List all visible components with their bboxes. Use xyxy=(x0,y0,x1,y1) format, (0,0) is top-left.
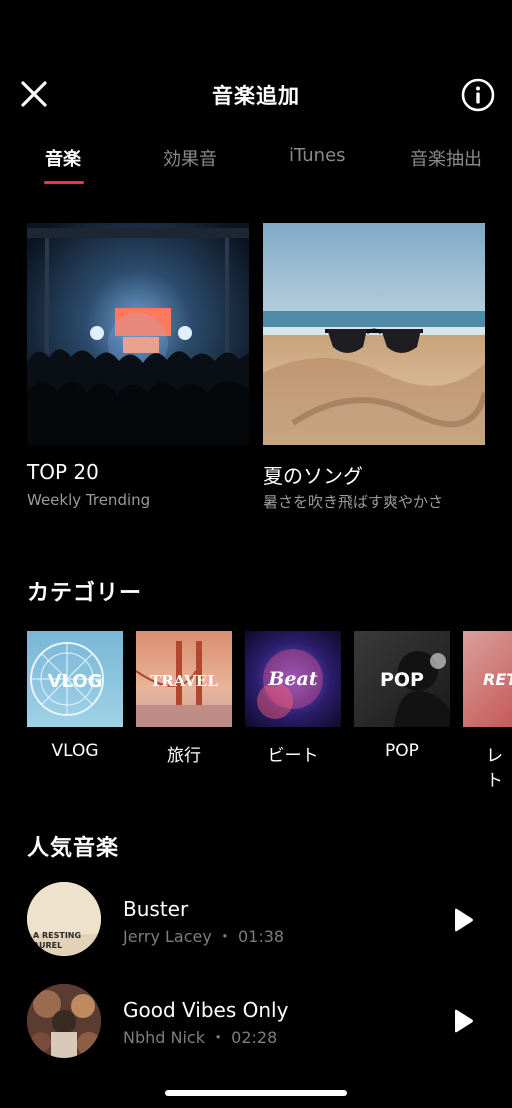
play-button[interactable] xyxy=(450,1008,476,1034)
tab-itunes[interactable]: iTunes xyxy=(289,145,346,166)
play-button[interactable] xyxy=(450,907,476,933)
retro-artwork: RET xyxy=(483,670,512,689)
bridge-image: TRAVEL xyxy=(136,641,232,727)
svg-text:POP: POP xyxy=(380,669,424,691)
category-label: 旅行 xyxy=(167,746,201,766)
beat-artwork: Beat xyxy=(257,649,323,719)
track-artwork[interactable] xyxy=(27,984,101,1058)
category-tile-travel[interactable]: TRAVEL xyxy=(136,631,232,727)
svg-text:VLOG: VLOG xyxy=(48,671,103,692)
tab-music[interactable]: 音楽 xyxy=(45,145,81,171)
featured-card-top20[interactable] xyxy=(27,223,249,445)
svg-text:A RESTING: A RESTING xyxy=(33,931,81,940)
category-tile-vlog[interactable]: VLOG xyxy=(27,631,123,727)
active-tab-indicator xyxy=(44,181,84,184)
category-label: VLOG xyxy=(51,741,99,761)
album-cover-buster: A RESTING AUREL xyxy=(27,882,101,956)
ferris-wheel-image: VLOG xyxy=(30,642,104,716)
svg-text:RET: RET xyxy=(483,670,512,689)
concert-image xyxy=(27,223,249,445)
category-label: レト xyxy=(486,746,503,791)
svg-text:AUREL: AUREL xyxy=(33,941,62,950)
track-meta: Jerry Lacey ・ 01:38 xyxy=(123,927,285,946)
page-title: 音楽追加 xyxy=(212,84,300,108)
svg-text:TRAVEL: TRAVEL xyxy=(150,672,218,690)
popular-music-header: 人気音楽 xyxy=(27,836,120,861)
category-tile-beat[interactable]: Beat xyxy=(245,631,341,727)
categories-header: カテゴリー xyxy=(27,581,143,606)
featured-card-summer[interactable] xyxy=(263,223,485,445)
pop-artwork: POP xyxy=(380,651,450,727)
info-button[interactable] xyxy=(461,78,495,112)
category-tile-pop[interactable]: POP xyxy=(354,631,450,727)
featured-subtitle: 暑さを吹き飛ばす爽やかさ xyxy=(263,493,444,511)
track-artwork[interactable]: A RESTING AUREL xyxy=(27,882,101,956)
track-title: Buster xyxy=(123,897,189,921)
album-cover-good-vibes xyxy=(27,984,101,1058)
beach-sunglasses-image xyxy=(263,223,485,445)
svg-text:Beat: Beat xyxy=(267,668,317,690)
tab-extract-music[interactable]: 音楽抽出 xyxy=(410,145,482,171)
info-icon xyxy=(461,78,495,112)
category-label: POP xyxy=(385,741,419,761)
featured-subtitle: Weekly Trending xyxy=(27,491,151,509)
play-icon xyxy=(455,908,473,932)
featured-title: 夏のソング xyxy=(263,464,363,488)
category-label: ビート xyxy=(267,746,319,766)
play-icon xyxy=(455,1009,473,1033)
category-tile-retro[interactable]: RET xyxy=(463,631,512,727)
track-meta: Nbhd Nick ・ 02:28 xyxy=(123,1028,278,1047)
home-indicator xyxy=(165,1090,347,1096)
featured-title: TOP 20 xyxy=(27,460,99,484)
tab-sound-effects[interactable]: 効果音 xyxy=(163,145,217,171)
track-title: Good Vibes Only xyxy=(123,998,289,1022)
